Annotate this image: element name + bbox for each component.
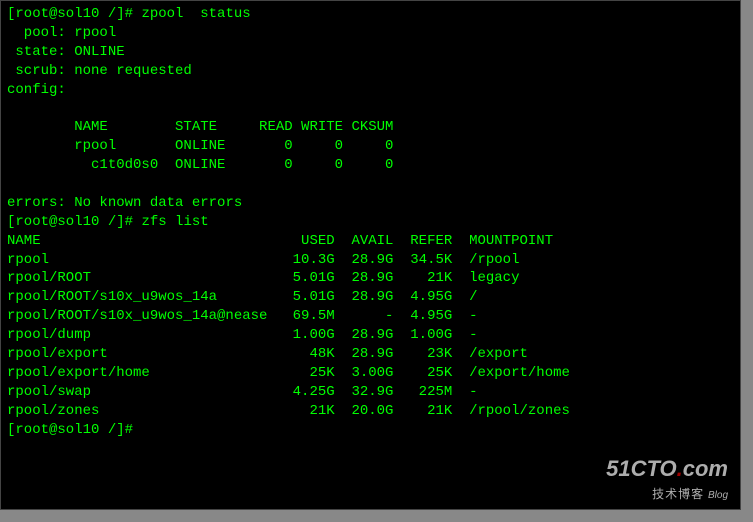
- zpool-table-row: rpool ONLINE 0 0 0: [7, 137, 734, 156]
- zpool-config-label: config:: [7, 81, 734, 100]
- watermark-blog: Blog: [708, 490, 728, 501]
- zfs-table-row: rpool/export 48K 28.9G 23K /export: [7, 345, 734, 364]
- zfs-table-row: rpool 10.3G 28.9G 34.5K /rpool: [7, 251, 734, 270]
- label: scrub:: [7, 63, 74, 79]
- value: rpool: [74, 25, 116, 41]
- value: none requested: [74, 63, 192, 79]
- shell-prompt: [root@sol10 /]#: [7, 422, 133, 438]
- value: ONLINE: [74, 44, 124, 60]
- cursor-icon: [133, 422, 141, 438]
- prompt-line-2: [root@sol10 /]# zfs list: [7, 213, 734, 232]
- zfs-table-row: rpool/swap 4.25G 32.9G 225M -: [7, 383, 734, 402]
- zfs-table-row: rpool/export/home 25K 3.00G 25K /export/…: [7, 364, 734, 383]
- watermark-domain-main: 51CTO: [606, 456, 677, 481]
- zpool-table-row: c1t0d0s0 ONLINE 0 0 0: [7, 156, 734, 175]
- prompt-line-1: [root@sol10 /]# zpool status: [7, 5, 734, 24]
- command-text: zfs list: [141, 214, 208, 230]
- blank-line: [7, 175, 734, 194]
- zfs-table-row: rpool/ROOT/s10x_u9wos_14a 5.01G 28.9G 4.…: [7, 288, 734, 307]
- blank-line: [7, 99, 734, 118]
- watermark: 51CTO.com 技术博客 Blog: [606, 454, 728, 503]
- label: state:: [7, 44, 74, 60]
- zpool-errors-line: errors: No known data errors: [7, 194, 734, 213]
- zpool-table-header: NAME STATE READ WRITE CKSUM: [7, 118, 734, 137]
- value: No known data errors: [74, 195, 242, 211]
- shell-prompt: [root@sol10 /]#: [7, 214, 133, 230]
- zfs-table-header: NAME USED AVAIL REFER MOUNTPOINT: [7, 232, 734, 251]
- label: errors:: [7, 195, 74, 211]
- watermark-sub: 技术博客: [652, 487, 704, 501]
- shell-prompt: [root@sol10 /]#: [7, 6, 133, 22]
- zfs-table-row: rpool/zones 21K 20.0G 21K /rpool/zones: [7, 402, 734, 421]
- terminal-window[interactable]: [root@sol10 /]# zpool status pool: rpool…: [0, 0, 741, 510]
- zfs-table-row: rpool/ROOT 5.01G 28.9G 21K legacy: [7, 269, 734, 288]
- watermark-domain-dot: .: [677, 456, 683, 481]
- zpool-pool-line: pool: rpool: [7, 24, 734, 43]
- zpool-scrub-line: scrub: none requested: [7, 62, 734, 81]
- zfs-table-row: rpool/dump 1.00G 28.9G 1.00G -: [7, 326, 734, 345]
- watermark-domain-tld: com: [683, 456, 728, 481]
- zpool-state-line: state: ONLINE: [7, 43, 734, 62]
- zfs-table-row: rpool/ROOT/s10x_u9wos_14a@nease 69.5M - …: [7, 307, 734, 326]
- prompt-line-3: [root@sol10 /]#: [7, 421, 734, 440]
- label: pool:: [7, 25, 74, 41]
- command-text: zpool status: [141, 6, 250, 22]
